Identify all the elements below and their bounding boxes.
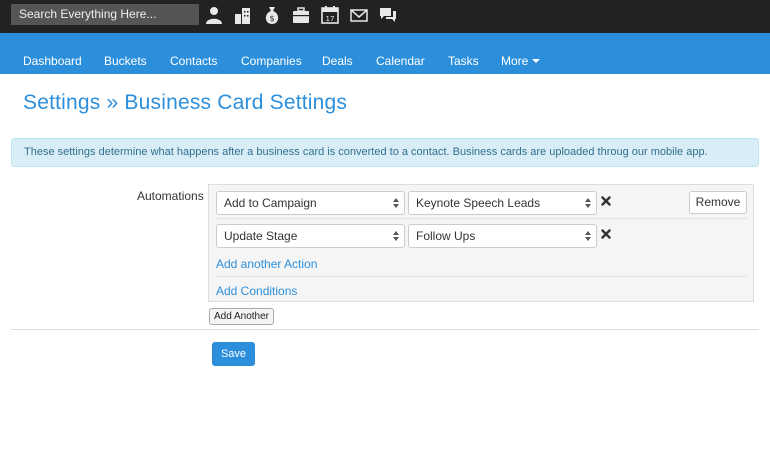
add-another-action-link[interactable]: Add another Action bbox=[216, 257, 317, 271]
select-arrows-icon bbox=[393, 231, 399, 241]
automations-label: Automations bbox=[137, 189, 204, 203]
nav-tasks[interactable]: Tasks bbox=[448, 33, 479, 74]
save-button[interactable]: Save bbox=[212, 342, 255, 366]
nav-contacts[interactable]: Contacts bbox=[170, 33, 217, 74]
action-select-1-value: Add to Campaign bbox=[224, 196, 317, 210]
caret-down-icon bbox=[532, 58, 541, 63]
action-select-1[interactable]: Add to Campaign bbox=[216, 191, 405, 215]
nav-companies[interactable]: Companies bbox=[241, 33, 302, 74]
briefcase-icon[interactable] bbox=[291, 5, 311, 25]
calendar-icon[interactable]: 17 bbox=[320, 5, 340, 25]
action-select-2[interactable]: Update Stage bbox=[216, 224, 405, 248]
nav-deals[interactable]: Deals bbox=[322, 33, 353, 74]
add-another-button[interactable]: Add Another bbox=[209, 308, 274, 325]
row-divider bbox=[215, 218, 748, 219]
nav-calendar[interactable]: Calendar bbox=[376, 33, 425, 74]
chat-icon[interactable] bbox=[378, 5, 398, 25]
stage-select-value: Follow Ups bbox=[416, 229, 476, 243]
form-divider bbox=[11, 329, 759, 330]
select-arrows-icon bbox=[585, 231, 591, 241]
select-arrows-icon bbox=[393, 198, 399, 208]
add-conditions-link[interactable]: Add Conditions bbox=[216, 284, 297, 298]
remove-action-2-icon[interactable] bbox=[601, 229, 611, 239]
page-title: Settings » Business Card Settings bbox=[23, 91, 348, 114]
nav-more-dropdown[interactable]: More bbox=[501, 33, 541, 74]
info-alert: These settings determine what happens af… bbox=[11, 138, 759, 167]
user-icon[interactable] bbox=[204, 5, 224, 25]
select-arrows-icon bbox=[585, 198, 591, 208]
campaign-select-value: Keynote Speech Leads bbox=[416, 196, 541, 210]
remove-button[interactable]: Remove bbox=[689, 191, 747, 214]
campaign-select[interactable]: Keynote Speech Leads bbox=[408, 191, 597, 215]
nav-buckets[interactable]: Buckets bbox=[104, 33, 147, 74]
money-bag-icon[interactable]: $ bbox=[262, 5, 282, 25]
calendar-day: 17 bbox=[326, 15, 335, 23]
search-input[interactable]: Search Everything Here... bbox=[11, 4, 199, 25]
envelope-icon[interactable] bbox=[349, 5, 369, 25]
nav-more-label: More bbox=[501, 54, 529, 68]
row-divider bbox=[215, 276, 748, 277]
main-nav: Dashboard Buckets Contacts Companies Dea… bbox=[0, 33, 770, 74]
nav-dashboard[interactable]: Dashboard bbox=[23, 33, 82, 74]
stage-select[interactable]: Follow Ups bbox=[408, 224, 597, 248]
buildings-icon[interactable] bbox=[233, 5, 253, 25]
action-select-2-value: Update Stage bbox=[224, 229, 298, 243]
svg-text:$: $ bbox=[269, 14, 274, 23]
top-bar: Search Everything Here... $ 17 bbox=[0, 0, 770, 33]
remove-action-1-icon[interactable] bbox=[601, 196, 611, 206]
